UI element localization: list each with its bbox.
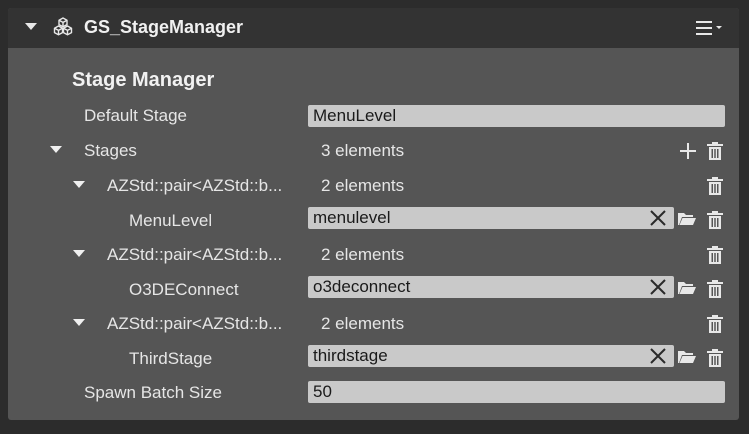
stage-name-label: MenuLevel <box>129 211 213 230</box>
clear-icon[interactable] <box>648 277 668 297</box>
spawn-batch-size-label: Spawn Batch Size <box>84 383 222 402</box>
component-panel: GS_StageManager Stage Manager Default St… <box>8 8 739 420</box>
stage-name-label: O3DEConnect <box>129 280 239 299</box>
pair-count: 2 elements <box>321 176 405 195</box>
pair-expand-icon[interactable] <box>73 250 85 257</box>
pair-expand-icon[interactable] <box>73 319 85 326</box>
pair-label: AZStd::pair<AZStd::b... <box>107 176 283 195</box>
folder-open-icon[interactable] <box>677 347 697 367</box>
hamburger-menu-icon[interactable] <box>696 18 726 38</box>
stages-expand-icon[interactable] <box>50 146 62 153</box>
delete-all-icon[interactable] <box>705 141 725 161</box>
pair-label: AZStd::pair<AZStd::b... <box>107 245 283 264</box>
delete-element-icon[interactable] <box>705 176 725 196</box>
component-header[interactable]: GS_StageManager <box>8 8 739 48</box>
stage-name-label: ThirdStage <box>129 349 213 368</box>
delete-element-icon[interactable] <box>705 279 725 299</box>
delete-element-icon[interactable] <box>705 348 725 368</box>
stage-asset-input[interactable]: o3deconnect <box>308 276 674 298</box>
clear-icon[interactable] <box>648 208 668 228</box>
default-stage-label: Default Stage <box>84 106 188 125</box>
folder-open-icon[interactable] <box>677 278 697 298</box>
cubes-icon <box>53 17 73 36</box>
stage-asset-input[interactable]: menulevel <box>308 207 674 229</box>
stages-count: 3 elements <box>321 141 405 160</box>
stages-label: Stages <box>84 141 137 160</box>
add-element-icon[interactable] <box>678 141 698 161</box>
delete-element-icon[interactable] <box>705 245 725 265</box>
pair-expand-icon[interactable] <box>73 181 85 188</box>
component-title: GS_StageManager <box>84 17 244 37</box>
spawn-batch-size-input[interactable]: 50 <box>308 381 725 403</box>
default-stage-input[interactable]: MenuLevel <box>308 105 725 127</box>
clear-icon[interactable] <box>648 346 668 366</box>
delete-element-icon[interactable] <box>705 210 725 230</box>
pair-count: 2 elements <box>321 314 405 333</box>
stage-asset-input[interactable]: thirdstage <box>308 345 674 367</box>
pair-label: AZStd::pair<AZStd::b... <box>107 314 283 333</box>
folder-open-icon[interactable] <box>677 209 697 229</box>
pair-count: 2 elements <box>321 245 405 264</box>
collapse-chevron-icon[interactable] <box>25 23 37 30</box>
section-title: Stage Manager <box>72 69 215 91</box>
delete-element-icon[interactable] <box>705 314 725 334</box>
